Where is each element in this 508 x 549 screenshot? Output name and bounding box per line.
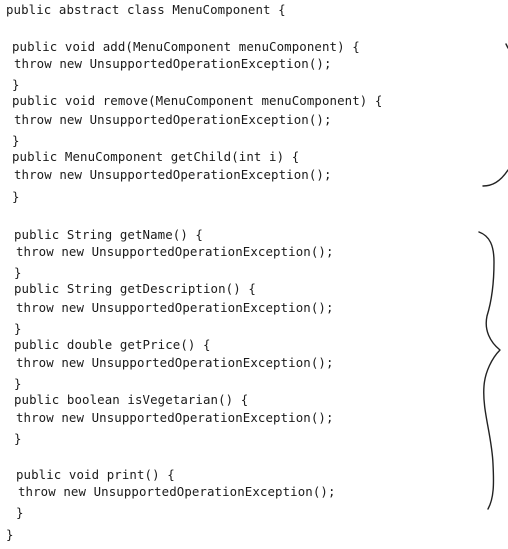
handwritten-brackets [478,43,508,510]
code-listing: public abstract class MenuComponent { pu… [0,0,508,549]
group-bracket-upper-hook [482,169,508,187]
group-bracket-lower [478,231,501,510]
